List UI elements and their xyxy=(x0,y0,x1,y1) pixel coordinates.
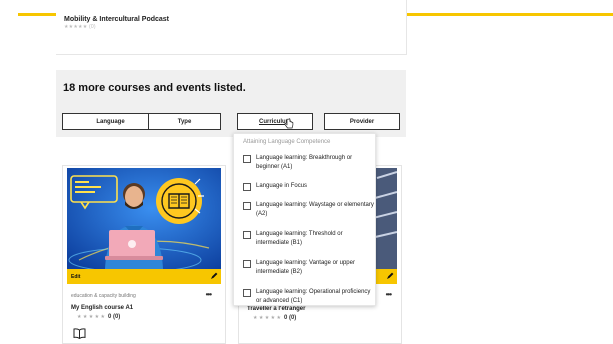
rating-stars: ★ ★ ★ ★ ★ xyxy=(77,314,105,320)
provider-filter-button[interactable]: Provider xyxy=(324,113,400,130)
option-checkbox[interactable] xyxy=(243,231,251,239)
results-count-heading: 18 more courses and events listed. xyxy=(63,82,246,94)
pencil-icon[interactable] xyxy=(210,272,218,280)
rating-stars: ★★★★★ xyxy=(64,24,88,30)
rating-count: 0 (0) xyxy=(107,314,121,320)
option-checkbox[interactable] xyxy=(243,183,251,191)
filter-label: Language xyxy=(96,118,125,125)
course-rating: ★ ★ ★ ★ ★ 0 (0) xyxy=(253,315,296,321)
option-label[interactable]: Language learning: Waystage or elementar… xyxy=(256,201,374,218)
option-label[interactable]: Language learning: Operational proficien… xyxy=(256,288,374,305)
book-icon xyxy=(73,328,86,339)
hand-cursor-icon xyxy=(284,118,294,129)
previous-course-rating: ★★★★★ (0) xyxy=(64,24,96,30)
option-label[interactable]: Language learning: Breakthrough or begin… xyxy=(256,154,374,171)
option-label[interactable]: Language learning: Threshold or intermed… xyxy=(256,230,374,247)
option-checkbox[interactable] xyxy=(243,155,251,163)
pencil-icon[interactable] xyxy=(386,272,394,280)
course-card[interactable]: Edit education & capacity building ••• M… xyxy=(62,165,226,344)
option-label[interactable]: Language in Focus xyxy=(256,182,374,191)
course-category: education & capacity building xyxy=(71,293,136,299)
more-options-icon[interactable]: ••• xyxy=(206,290,212,299)
previous-course-card[interactable]: Mobility & Intercultural Podcast ★★★★★ (… xyxy=(56,0,407,55)
course-rating: ★ ★ ★ ★ ★ 0 (0) xyxy=(77,314,120,320)
option-checkbox[interactable] xyxy=(243,260,251,268)
filter-panel: 18 more courses and events listed. Langu… xyxy=(56,70,406,137)
edit-label[interactable]: Edit xyxy=(71,274,80,280)
dropdown-group-heading: Attaining Language Competence xyxy=(243,139,331,145)
course-title[interactable]: Traveller à l'étranger xyxy=(247,306,305,312)
edit-bar[interactable]: Edit xyxy=(67,269,221,284)
option-checkbox[interactable] xyxy=(243,289,251,297)
language-filter-button[interactable]: Language xyxy=(62,113,159,130)
course-title[interactable]: My English course A1 xyxy=(71,305,133,311)
rating-count: 0 (0) xyxy=(283,315,297,321)
filter-label: Type xyxy=(177,118,192,125)
previous-course-title[interactable]: Mobility & Intercultural Podcast xyxy=(64,16,169,23)
type-filter-button[interactable]: Type xyxy=(148,113,221,130)
curriculum-filter-button[interactable]: Curriculum xyxy=(237,113,313,130)
course-illustration xyxy=(67,168,221,269)
rating-stars: ★ ★ ★ ★ ★ xyxy=(253,315,281,321)
rating-count: (0) xyxy=(89,24,96,30)
curriculum-dropdown: Attaining Language Competence Language l… xyxy=(233,133,376,306)
filter-label: Provider xyxy=(349,118,375,125)
more-options-icon[interactable]: ••• xyxy=(386,290,392,299)
course-image[interactable] xyxy=(67,168,221,269)
option-checkbox[interactable] xyxy=(243,202,251,210)
option-label[interactable]: Language learning: Vantage or upper inte… xyxy=(256,259,374,276)
